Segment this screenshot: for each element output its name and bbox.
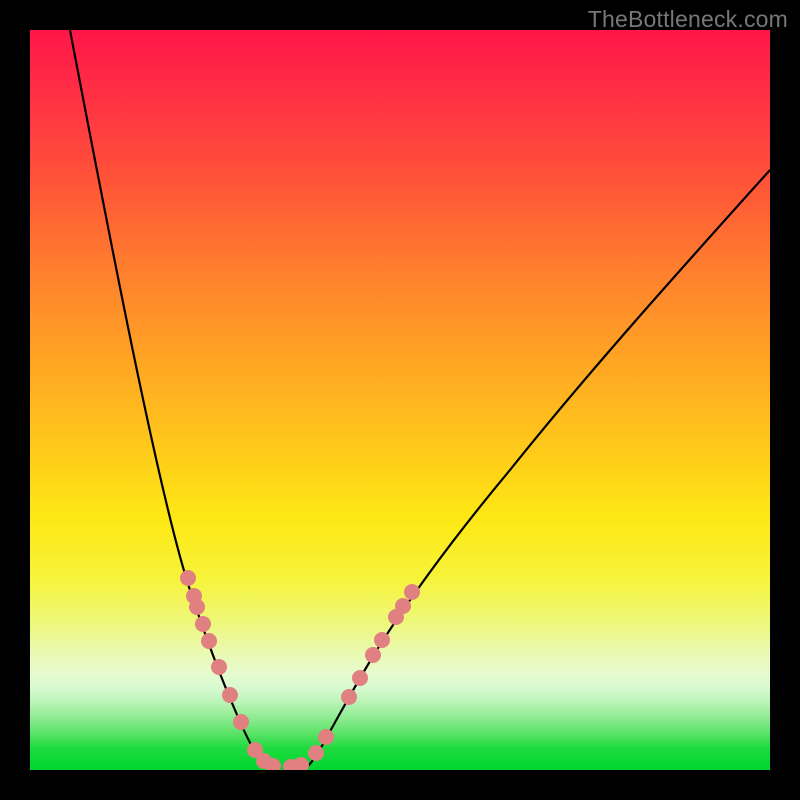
data-point [293,757,309,770]
data-points-right-group [283,584,420,770]
chart-plot-area [30,30,770,770]
curve-left-branch [70,30,274,769]
data-point [318,729,334,745]
data-point [341,689,357,705]
data-point [222,687,238,703]
data-point [233,714,249,730]
data-point [352,670,368,686]
data-point [374,632,390,648]
watermark-text: TheBottleneck.com [588,6,788,33]
data-point [308,745,324,761]
data-point [404,584,420,600]
data-point [180,570,196,586]
data-point [189,599,205,615]
data-point [195,616,211,632]
chart-svg [30,30,770,770]
data-point [201,633,217,649]
data-point [365,647,381,663]
data-point [211,659,227,675]
data-points-left-group [180,570,281,770]
data-point [395,598,411,614]
